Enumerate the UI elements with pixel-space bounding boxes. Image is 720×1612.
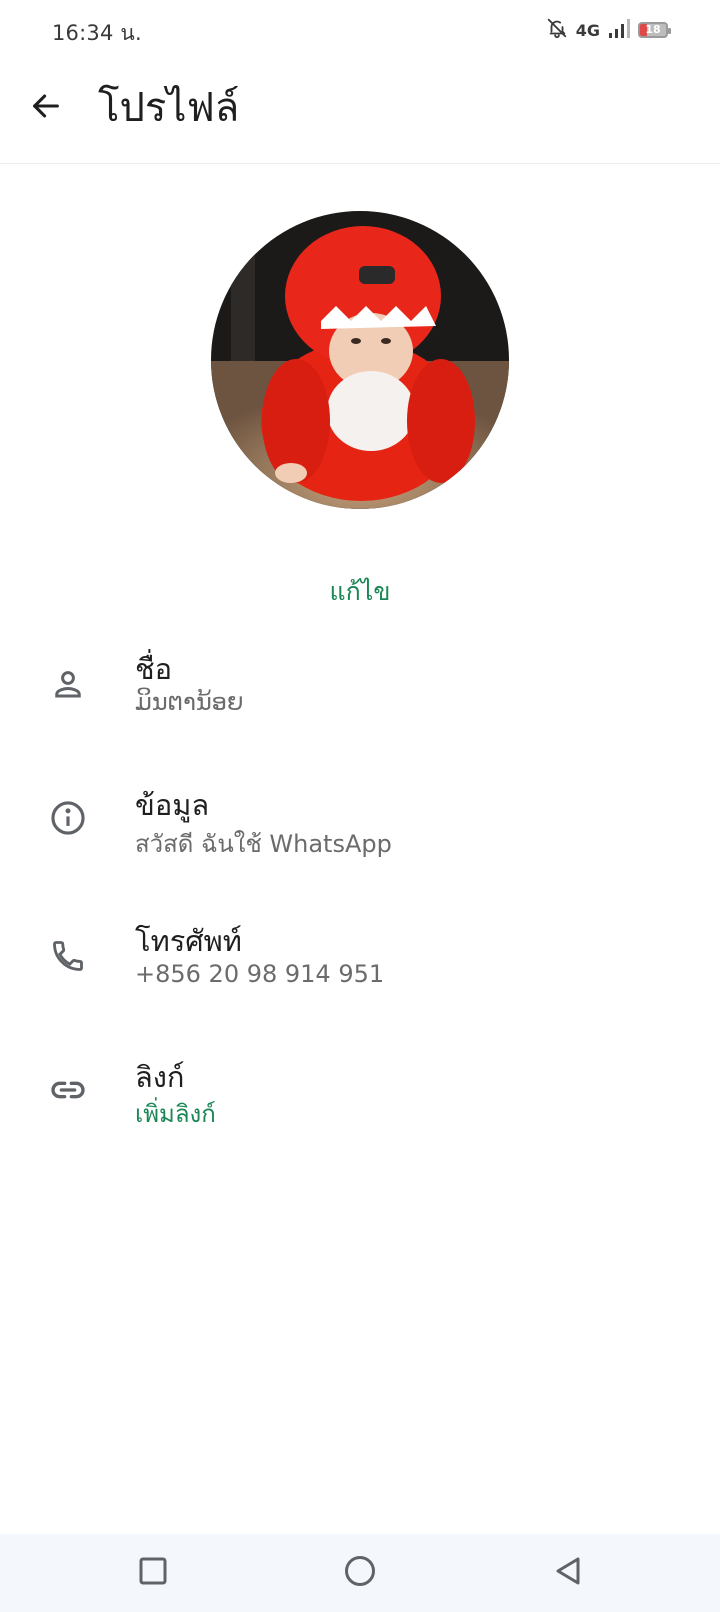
about-row[interactable]: ข้อมูล สวัสดี ฉันใช้ WhatsApp (0, 772, 720, 872)
edit-photo-link[interactable]: แก้ไข (0, 572, 720, 612)
person-icon (44, 660, 92, 708)
phone-row[interactable]: โทรศัพท์ +856 20 98 914 951 (0, 908, 720, 1008)
app-bar: โปรไฟล์ (0, 62, 720, 164)
about-value: สวัสดี ฉันใช้ WhatsApp (135, 830, 392, 858)
system-nav-bar (0, 1534, 720, 1612)
name-row[interactable]: ชื่อ ມິນຕານ້ອຍ (0, 636, 720, 736)
bell-muted-icon (546, 17, 568, 43)
name-value: ມິນຕານ້ອຍ (135, 688, 244, 716)
home-circle-icon (343, 1554, 377, 1592)
profile-photo[interactable] (211, 211, 509, 509)
add-links-button[interactable]: เพิ่มลิงก์ (135, 1094, 216, 1133)
link-icon (44, 1066, 92, 1114)
profile-photo-image (211, 211, 509, 509)
network-type: 4G (575, 20, 600, 40)
page-title: โปรไฟล์ (98, 85, 240, 131)
battery-icon: 18 (638, 22, 671, 38)
profile-screen: 16:34 น. 4G 18 โปรไฟล์ แก้ไข ชื่อ ມິນຕານ… (0, 0, 720, 1612)
battery-level: 18 (645, 23, 661, 36)
back-button[interactable] (22, 84, 70, 132)
recents-square-icon (138, 1556, 168, 1590)
links-row[interactable]: ลิงก์ เพิ่มลิงก์ (0, 1044, 720, 1144)
signal-icon (608, 17, 630, 43)
system-back-button[interactable] (541, 1546, 595, 1600)
back-triangle-icon (553, 1556, 583, 1590)
about-label: ข้อมูล (135, 788, 210, 822)
recents-button[interactable] (126, 1546, 180, 1600)
arrow-left-icon (29, 89, 63, 127)
phone-icon (44, 932, 92, 980)
status-icons: 4G 18 (546, 17, 671, 43)
phone-value: +856 20 98 914 951 (135, 960, 385, 988)
name-label: ชื่อ (135, 652, 173, 686)
status-bar: 16:34 น. 4G 18 (0, 0, 720, 62)
phone-label: โทรศัพท์ (135, 924, 242, 958)
status-time: 16:34 น. (52, 21, 142, 45)
info-icon (44, 794, 92, 842)
home-button[interactable] (333, 1546, 387, 1600)
